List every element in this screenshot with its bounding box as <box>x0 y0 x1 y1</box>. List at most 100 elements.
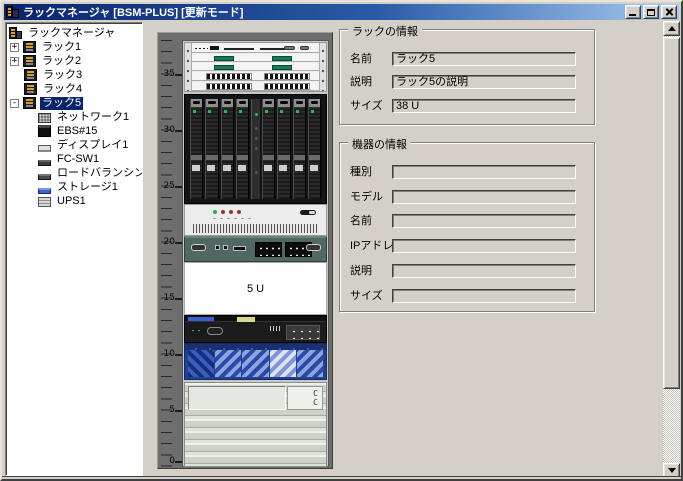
tree-item-loadbalancer3[interactable]: ロードバランシングサーバ3 <box>6 166 142 180</box>
dsub-port-icon <box>284 46 295 50</box>
expand-icon[interactable]: + <box>10 43 19 52</box>
rack-unit-storage[interactable] <box>184 343 327 380</box>
blade-tab <box>223 165 231 171</box>
rack-unit-switch[interactable] <box>184 236 327 262</box>
device-size-field[interactable] <box>392 289 576 303</box>
rack-unit-blade-chassis[interactable] <box>184 94 327 204</box>
rack-ruler-ticks <box>161 40 172 467</box>
server-icon <box>38 125 51 137</box>
brand-label <box>188 317 214 321</box>
rack-unit-ups[interactable]: C C <box>184 382 327 467</box>
rack-description-field[interactable]: ラック5の説明 <box>392 75 576 89</box>
server-blade[interactable] <box>236 99 249 199</box>
tree-item-rack3[interactable]: ラック3 <box>6 68 142 82</box>
app-icon <box>6 6 19 18</box>
expand-icon[interactable]: + <box>10 57 19 66</box>
status-leds <box>213 210 241 214</box>
tree-item-ebs15[interactable]: EBS#15 <box>6 124 142 138</box>
device-tree: ラックマネージャ + ラック1 + ラック2 ラック3 ラック4 - ラック5 … <box>5 22 143 476</box>
red-led-icon <box>229 210 233 214</box>
collapse-icon[interactable]: - <box>10 99 19 108</box>
app-window: ラックマネージャ [BSM-PLUS] [更新モード] ラックマネージャ + ラ… <box>0 0 683 481</box>
tree-item-rack4[interactable]: ラック4 <box>6 82 142 96</box>
rack-unit-display[interactable] <box>184 315 327 343</box>
status-led-icon <box>255 147 258 150</box>
blade-handle <box>309 99 320 107</box>
blade-handle <box>191 99 202 107</box>
blade-band <box>222 155 233 160</box>
port-icon <box>223 245 228 250</box>
rack-icon <box>23 55 36 67</box>
tree-item-storage1[interactable]: ストレージ1 <box>6 180 142 194</box>
blade-led-icon <box>280 110 283 113</box>
port-number-marks <box>270 326 282 331</box>
storage-top-strip <box>185 344 326 350</box>
device-name-field[interactable] <box>392 214 576 228</box>
blade-tab <box>238 165 246 171</box>
tree-item-label: EBS#15 <box>55 125 99 138</box>
rack-name-field[interactable]: ラック5 <box>392 52 576 66</box>
tree-item-rack-manager[interactable]: ラックマネージャ <box>6 26 142 40</box>
maximize-icon <box>647 9 655 16</box>
minimize-button[interactable] <box>625 5 641 19</box>
device-description-field[interactable] <box>392 264 576 278</box>
tree-item-fcsw1[interactable]: FC-SW1 <box>6 152 142 166</box>
scroll-up-button[interactable] <box>663 21 680 36</box>
drive-bay <box>188 350 214 377</box>
blade-led-icon <box>265 110 268 113</box>
tree-item-network1[interactable]: ネットワーク1 <box>6 110 142 124</box>
dsub-port-icon <box>300 46 309 50</box>
green-led-icon <box>213 210 217 214</box>
blade-band <box>191 155 202 160</box>
server-blade[interactable] <box>205 99 218 199</box>
rack-unit-empty-slot[interactable]: 5 U <box>184 262 327 315</box>
slot-icon <box>224 48 254 50</box>
port-icon <box>233 246 246 251</box>
ruler-label-10: 10 <box>158 350 175 359</box>
server-blade[interactable] <box>221 99 234 199</box>
tree-item-display1[interactable]: ディスプレイ1 <box>6 138 142 152</box>
blade-tab <box>192 165 200 171</box>
device-type-field[interactable] <box>392 165 576 179</box>
server-blade[interactable] <box>262 99 275 199</box>
server-blade[interactable] <box>190 99 203 199</box>
rack-size-label: サイズ <box>350 100 383 113</box>
ruler-tick <box>175 130 182 132</box>
blade-led-icon <box>239 110 242 113</box>
device-ip-field[interactable] <box>392 239 576 253</box>
vertical-scrollbar[interactable] <box>663 21 680 478</box>
rack-size-field[interactable]: 38 U <box>392 99 576 113</box>
dsub-port-icon <box>207 327 223 335</box>
ruler-label-15: 15 <box>158 294 175 303</box>
tree-item-label: ラック2 <box>40 55 83 68</box>
title-bar[interactable]: ラックマネージャ [BSM-PLUS] [更新モード] <box>4 4 679 20</box>
device-model-label: モデル <box>350 191 383 204</box>
netdev-port-row <box>192 82 319 91</box>
netdev-port-row <box>192 72 319 81</box>
rack-name-label: 名前 <box>350 53 372 66</box>
device-info-groupbox: 機器の情報 種別 モデル 名前 IPアドレス 説明 サイズ <box>339 142 595 312</box>
server-blade[interactable] <box>277 99 290 199</box>
tree-item-rack5[interactable]: - ラック5 <box>6 96 142 110</box>
blade-handle <box>263 99 274 107</box>
ruler-tick <box>175 410 182 412</box>
port-grid-icon <box>206 73 252 80</box>
scrollbar-thumb[interactable] <box>663 37 680 389</box>
rack-unit-led-server[interactable] <box>184 204 327 236</box>
blade-handle <box>222 99 233 107</box>
tree-item-rack1[interactable]: + ラック1 <box>6 40 142 54</box>
blade-band <box>206 155 217 160</box>
close-button[interactable] <box>661 5 677 19</box>
ruler-label-0: 0 <box>158 457 175 466</box>
display-icon <box>38 145 51 152</box>
rack-unit-network-device[interactable] <box>184 42 327 92</box>
ruler-tick <box>175 74 182 76</box>
tree-item-ups1[interactable]: UPS1 <box>6 194 142 208</box>
tree-item-label: ロードバランシングサーバ3 <box>55 167 143 180</box>
tree-item-rack2[interactable]: + ラック2 <box>6 54 142 68</box>
server-blade[interactable] <box>308 99 321 199</box>
empty-slot-label: 5 U <box>247 283 264 295</box>
device-model-field[interactable] <box>392 190 576 204</box>
server-blade[interactable] <box>293 99 306 199</box>
maximize-button[interactable] <box>643 5 659 19</box>
